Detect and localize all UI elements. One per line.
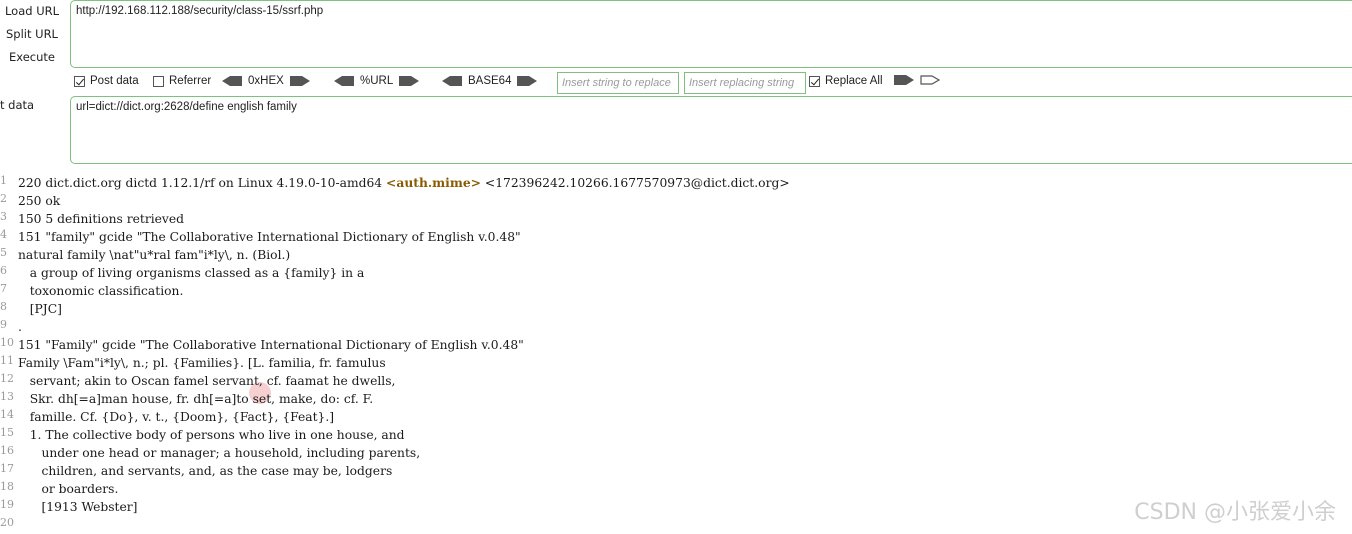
output-line: 10 151 "Family" gcide "The Collaborative …: [0, 336, 524, 354]
line-number: 7: [0, 282, 7, 295]
hex-encode-right-icon[interactable]: [289, 76, 310, 86]
line-number: 9: [0, 318, 7, 331]
referrer-option[interactable]: Referrer: [153, 75, 211, 87]
line-text: Family \Fam"i*ly\, n.; pl. {Families}. […: [18, 356, 386, 370]
url-label: %URL: [360, 75, 394, 87]
line-number: 14: [0, 408, 14, 421]
load-url-button[interactable]: Load URL: [0, 4, 64, 18]
line-text: a group of living organisms classed as a…: [18, 266, 365, 280]
hex-encoder: 0xHEX: [222, 75, 310, 87]
options-bar: Post data Referrer 0xHEX %URL BASE64 Rep…: [72, 72, 1352, 94]
output-line: 7 toxonomic classification.: [0, 282, 183, 300]
insert-string-input[interactable]: [557, 72, 679, 94]
line-text: 151 "family" gcide "The Collaborative In…: [18, 230, 521, 244]
url-input[interactable]: [70, 0, 1352, 68]
line-text: 250 ok: [18, 194, 61, 208]
line-text: Skr. dh[=a]man house, fr. dh[=a]to set, …: [18, 392, 374, 406]
replace-all-label: Replace All: [825, 75, 883, 87]
post-data-checkbox[interactable]: [74, 75, 85, 87]
output-line: 9.: [0, 318, 22, 336]
line-text: natural family \nat"u*ral fam"i*ly\, n. …: [18, 248, 291, 262]
output-line: 13 Skr. dh[=a]man house, fr. dh[=a]to se…: [0, 390, 373, 408]
output-line: 1 220 dict.dict.org dictd 1.12.1/rf on Li…: [0, 174, 790, 192]
output-line: 4 151 "family" gcide "The Collaborative I…: [0, 228, 521, 246]
line-number: 10: [0, 336, 14, 349]
line-tail: <172396242.10266.1677570973@dict.dict.or…: [480, 176, 790, 190]
url-encode-right-icon[interactable]: [399, 76, 420, 86]
line-text: famille. Cf. {Do}, v. t., {Doom}, {Fact}…: [18, 410, 335, 424]
url-encoder: %URL: [334, 75, 420, 87]
line-number: 8: [0, 300, 7, 313]
line-number: 19: [0, 498, 14, 511]
base64-label: BASE64: [468, 75, 512, 87]
output-line: 8 [PJC]: [0, 300, 62, 318]
line-text: 151 "Family" gcide "The Collaborative In…: [18, 338, 524, 352]
output-line: 3 150 5 definitions retrieved: [0, 210, 184, 228]
post-data-input[interactable]: [70, 96, 1352, 164]
replace-outline-right-icon[interactable]: [920, 75, 940, 85]
replace-all-checkbox[interactable]: [809, 75, 820, 87]
base64-encoder: BASE64: [442, 75, 538, 87]
post-data-option[interactable]: Post data: [74, 75, 139, 87]
output-line: 6 a group of living organisms classed as…: [0, 264, 364, 282]
hex-decode-left-icon[interactable]: [222, 76, 242, 86]
response-output: 1 220 dict.dict.org dictd 1.12.1/rf on Li…: [0, 174, 1352, 534]
line-text: toxonomic classification.: [18, 284, 184, 298]
line-text: [1913 Webster]: [18, 500, 138, 514]
hackbar-panel: Load URL Split URL Execute t data Post d…: [0, 0, 1352, 168]
output-line: 2 250 ok: [0, 192, 60, 210]
line-text: servant; akin to Oscan famel servant, cf…: [18, 374, 396, 388]
output-line: 20: [0, 516, 18, 534]
output-line: 16 under one head or manager; a househol…: [0, 444, 420, 462]
line-number: 16: [0, 444, 14, 457]
line-number: 3: [0, 210, 7, 223]
line-text: children, and servants, and, as the case…: [18, 464, 393, 478]
line-number: 13: [0, 390, 14, 403]
output-line: 19 [1913 Webster]: [0, 498, 137, 516]
execute-button[interactable]: Execute: [0, 50, 64, 64]
line-number: 2: [0, 192, 7, 205]
line-text: 150 5 definitions retrieved: [18, 212, 185, 226]
line-number: 1: [0, 174, 7, 187]
output-line: 15 1. The collective body of persons who…: [0, 426, 405, 444]
output-line: 18 or boarders.: [0, 480, 118, 498]
replace-arrows: [894, 75, 940, 85]
line-text: 1. The collective body of persons who li…: [18, 428, 405, 442]
line-number: 4: [0, 228, 7, 241]
line-number: 15: [0, 426, 14, 439]
line-text: [PJC]: [18, 302, 62, 316]
line-text: under one head or manager; a household, …: [18, 446, 421, 460]
output-line: 14 famille. Cf. {Do}, v. t., {Doom}, {Fa…: [0, 408, 334, 426]
replace-all-option[interactable]: Replace All: [809, 75, 883, 87]
replacing-string-input[interactable]: [684, 72, 806, 94]
line-number: 17: [0, 462, 14, 475]
url-decode-left-icon[interactable]: [334, 76, 354, 86]
line-text: .: [18, 320, 22, 334]
line-text: 220 dict.dict.org dictd 1.12.1/rf on Lin…: [18, 176, 387, 190]
line-number: 5: [0, 246, 7, 259]
post-data-label: t data: [0, 98, 35, 112]
referrer-option-label: Referrer: [169, 75, 212, 87]
output-line: 12 servant; akin to Oscan famel servant,…: [0, 372, 395, 390]
output-line: 5 natural family \nat"u*ral fam"i*ly\, n.…: [0, 246, 290, 264]
replace-right-icon[interactable]: [894, 75, 914, 85]
hex-label: 0xHEX: [248, 75, 284, 87]
watermark: CSDN @小张爱小余: [1134, 500, 1336, 525]
line-text: or boarders.: [18, 482, 119, 496]
referrer-checkbox[interactable]: [153, 75, 164, 87]
line-number: 11: [0, 354, 14, 367]
line-tag: <auth.mime>: [386, 175, 481, 190]
base64-encode-right-icon[interactable]: [517, 76, 538, 86]
line-number: 18: [0, 480, 14, 493]
output-line: 11 Family \Fam"i*ly\, n.; pl. {Families}.…: [0, 354, 386, 372]
base64-decode-left-icon[interactable]: [442, 76, 462, 86]
post-data-option-label: Post data: [90, 75, 139, 87]
line-number: 6: [0, 264, 7, 277]
line-number: 12: [0, 372, 14, 385]
split-url-button[interactable]: Split URL: [0, 27, 64, 41]
line-number: 20: [0, 516, 14, 529]
output-line: 17 children, and servants, and, as the c…: [0, 462, 392, 480]
